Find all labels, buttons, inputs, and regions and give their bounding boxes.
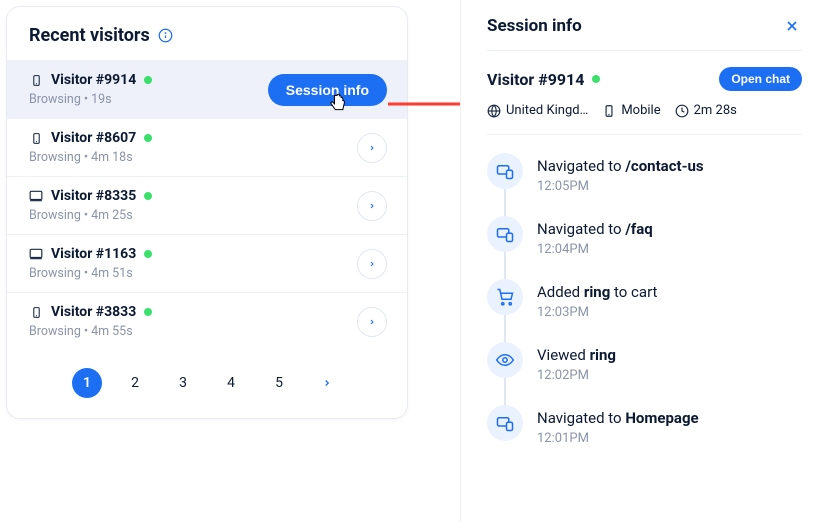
visitor-row[interactable]: Visitor #1163 Browsing•4m 51s — [7, 234, 407, 292]
timeline-time: 12:04PM — [537, 242, 653, 257]
chevron-right-icon[interactable] — [357, 249, 387, 279]
visitor-row-main: Visitor #9914 Browsing•19s — [29, 72, 268, 107]
open-chat-button[interactable]: Open chat — [719, 67, 802, 91]
visitor-name: Visitor #1163 — [51, 246, 136, 262]
visitor-row[interactable]: Visitor #8607 Browsing•4m 18s — [7, 118, 407, 176]
page-number[interactable]: 4 — [216, 368, 246, 398]
chevron-right-icon[interactable] — [357, 191, 387, 221]
visitor-duration: 4m 51s — [91, 266, 133, 281]
visitor-status: Browsing — [29, 324, 81, 339]
panel-title: Session info — [487, 16, 582, 36]
visitor-duration: 19s — [91, 92, 112, 107]
visitor-row-main: Visitor #3833 Browsing•4m 55s — [29, 304, 357, 339]
visitor-duration: 4m 25s — [91, 208, 133, 223]
visitor-name: Visitor #8335 — [51, 188, 136, 204]
navigate-icon — [487, 216, 523, 252]
visitor-name: Visitor #9914 — [51, 72, 136, 88]
timeline-time: 12:01PM — [537, 431, 699, 446]
meta-location-text: United Kingd… — [506, 103, 588, 118]
timeline-time: 12:02PM — [537, 368, 616, 383]
timeline-text: Added ring to cart — [537, 283, 657, 301]
session-meta: United Kingd… Mobile 2m 28s — [487, 103, 802, 135]
timeline-time: 12:03PM — [537, 305, 657, 320]
visitor-name: Visitor #3833 — [51, 304, 136, 320]
timeline-time: 12:05PM — [537, 179, 704, 194]
timeline-text: Viewed ring — [537, 346, 616, 364]
visitor-subtext: Browsing•4m 51s — [29, 266, 357, 281]
eye-icon — [487, 342, 523, 378]
visitor-subtext: Browsing•4m 55s — [29, 324, 357, 339]
online-dot-icon — [592, 75, 600, 83]
page-number[interactable]: 5 — [264, 368, 294, 398]
online-dot-icon — [144, 308, 152, 316]
timeline-item: Viewed ring 12:02PM — [487, 342, 802, 405]
visitors-card: Recent visitors Visitor #9914 Browsing•1… — [6, 6, 408, 419]
pagination: 12345 — [7, 350, 407, 418]
desktop-icon — [29, 247, 43, 261]
chevron-right-icon[interactable] — [357, 133, 387, 163]
visitor-status: Browsing — [29, 266, 81, 281]
visitor-duration: 4m 55s — [91, 324, 133, 339]
timeline-item: Navigated to /faq 12:04PM — [487, 216, 802, 279]
session-info-panel: Session info Visitor #9914 Open chat Uni… — [460, 0, 820, 522]
detail-header: Visitor #9914 Open chat — [487, 51, 802, 91]
page-number[interactable]: 3 — [168, 368, 198, 398]
session-info-button[interactable]: Session info — [268, 74, 387, 106]
meta-location: United Kingd… — [487, 103, 588, 118]
meta-duration-text: 2m 28s — [694, 103, 737, 118]
visitor-subtext: Browsing•19s — [29, 92, 268, 107]
close-icon[interactable] — [782, 16, 802, 36]
visitor-status: Browsing — [29, 208, 81, 223]
timeline-text: Navigated to /faq — [537, 220, 653, 238]
activity-timeline: Navigated to /contact-us 12:05PM Navigat… — [487, 153, 802, 468]
page-number[interactable]: 1 — [72, 368, 102, 398]
timeline-text: Navigated to Homepage — [537, 409, 699, 427]
timeline-item: Added ring to cart 12:03PM — [487, 279, 802, 342]
panel-header: Session info — [487, 16, 802, 51]
timeline-item: Navigated to /contact-us 12:05PM — [487, 153, 802, 216]
meta-device-text: Mobile — [621, 103, 660, 118]
visitor-subtext: Browsing•4m 25s — [29, 208, 357, 223]
visitor-subtext: Browsing•4m 18s — [29, 150, 357, 165]
card-title: Recent visitors — [29, 25, 150, 46]
visitor-status: Browsing — [29, 150, 81, 165]
mobile-icon — [29, 131, 43, 145]
timeline-text: Navigated to /contact-us — [537, 157, 704, 175]
visitor-row-main: Visitor #1163 Browsing•4m 51s — [29, 246, 357, 281]
cart-icon — [487, 279, 523, 315]
navigate-icon — [487, 153, 523, 189]
visitor-row[interactable]: Visitor #3833 Browsing•4m 55s — [7, 292, 407, 350]
visitor-name: Visitor #8607 — [51, 130, 136, 146]
info-icon[interactable] — [158, 28, 174, 44]
navigate-icon — [487, 405, 523, 441]
card-header: Recent visitors — [7, 7, 407, 60]
visitor-status: Browsing — [29, 92, 81, 107]
online-dot-icon — [144, 192, 152, 200]
mobile-icon — [29, 73, 43, 87]
visitor-duration: 4m 18s — [91, 150, 133, 165]
visitor-row[interactable]: Visitor #9914 Browsing•19s Session info — [7, 60, 407, 118]
online-dot-icon — [144, 76, 152, 84]
timeline-item: Navigated to Homepage 12:01PM — [487, 405, 802, 468]
visitor-row-main: Visitor #8335 Browsing•4m 25s — [29, 188, 357, 223]
meta-duration: 2m 28s — [675, 103, 737, 118]
page-next[interactable] — [312, 368, 342, 398]
online-dot-icon — [144, 134, 152, 142]
desktop-icon — [29, 189, 43, 203]
page-number[interactable]: 2 — [120, 368, 150, 398]
visitor-row[interactable]: Visitor #8335 Browsing•4m 25s — [7, 176, 407, 234]
mobile-icon — [29, 305, 43, 319]
meta-device: Mobile — [602, 103, 660, 118]
chevron-right-icon[interactable] — [357, 307, 387, 337]
online-dot-icon — [144, 250, 152, 258]
detail-visitor-name: Visitor #9914 — [487, 70, 584, 89]
recent-visitors-panel: Recent visitors Visitor #9914 Browsing•1… — [0, 0, 415, 522]
visitor-row-main: Visitor #8607 Browsing•4m 18s — [29, 130, 357, 165]
